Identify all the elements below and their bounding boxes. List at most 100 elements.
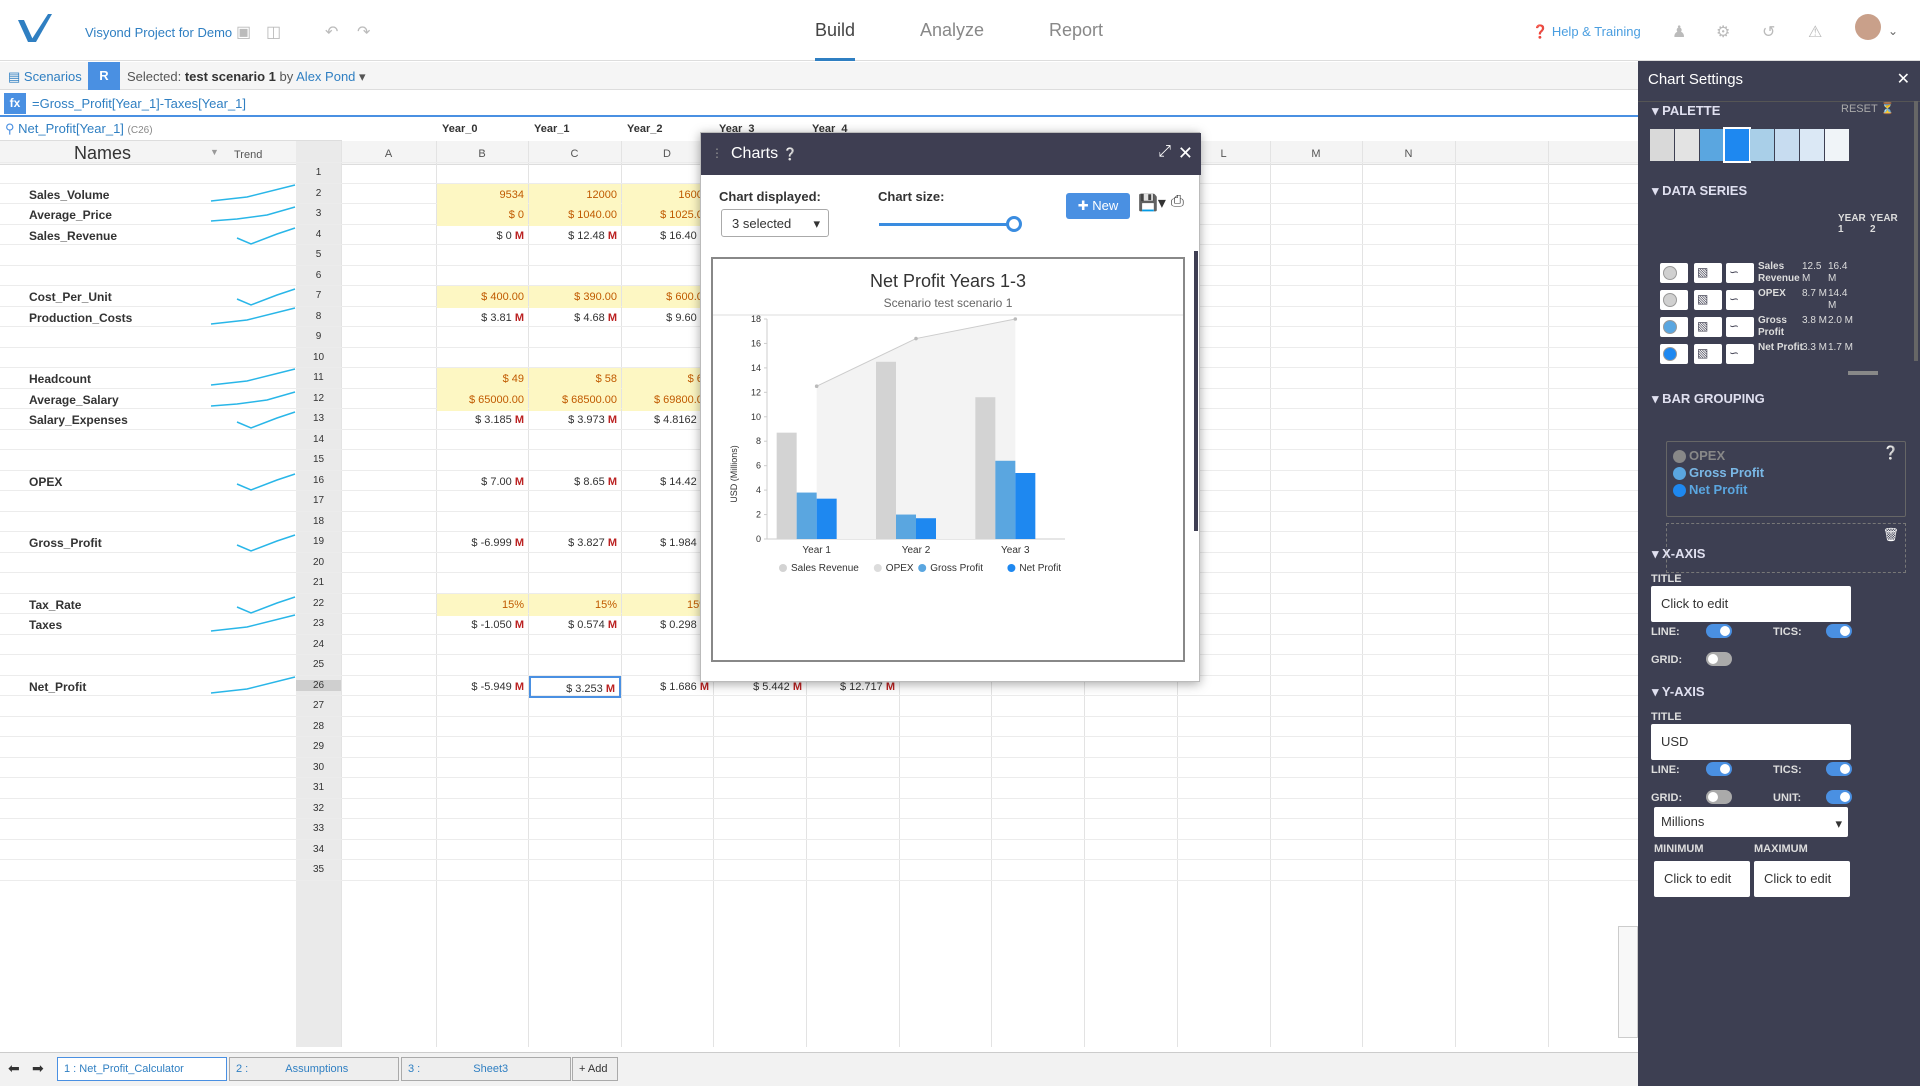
arrow-right-icon[interactable]: ➡ — [32, 1060, 44, 1077]
series-type-picker[interactable]: ▧ — [1694, 317, 1722, 337]
row-number[interactable]: 26 — [296, 679, 341, 691]
row-number[interactable]: 20 — [296, 556, 341, 568]
arrow-left-icon[interactable]: ⬅ — [8, 1060, 20, 1077]
save-icon[interactable]: ▣ — [236, 22, 251, 42]
row-number[interactable]: 2 — [296, 187, 341, 199]
row-label[interactable]: Cost_Per_Unit — [29, 290, 112, 304]
palette-swatch[interactable] — [1675, 129, 1699, 161]
user-settings-icon[interactable]: ♟ — [1672, 22, 1686, 42]
x-tics-toggle[interactable] — [1826, 624, 1852, 638]
unit-select[interactable]: Millions ▾ — [1654, 807, 1848, 837]
trash-icon[interactable]: 🗑 — [1882, 527, 1899, 543]
scenarios-button[interactable]: ▤ Scenarios — [8, 69, 82, 85]
data-series-row[interactable]: ▧ ∽ Net Profit 3.3 M 1.7 M — [1660, 340, 1900, 368]
close-icon[interactable]: ✕ — [1897, 69, 1910, 89]
data-series-row[interactable]: ▧ ∽ OPEX 8.7 M 14.4 M — [1660, 286, 1900, 314]
column-letter[interactable]: B — [436, 148, 528, 168]
row-label[interactable]: Sales_Revenue — [29, 229, 117, 243]
bar-group-item[interactable]: OPEX — [1673, 448, 1725, 463]
table-cell[interactable]: $ 65000.00 — [437, 388, 528, 411]
save-chart-icon[interactable]: 💾▾ — [1138, 193, 1166, 213]
palette-swatch[interactable] — [1650, 129, 1674, 161]
row-number[interactable]: 7 — [296, 290, 341, 301]
row-number[interactable]: 4 — [296, 228, 341, 240]
bell-icon[interactable]: ⚠ — [1808, 22, 1822, 42]
ds-scrollbar[interactable] — [1848, 371, 1878, 375]
x-grid-toggle[interactable] — [1706, 652, 1732, 666]
redo-icon[interactable]: ↷ — [357, 22, 370, 42]
name-search[interactable]: ⚲ Net_Profit[Year_1] (C26) — [5, 121, 153, 137]
x-line-toggle[interactable] — [1706, 624, 1732, 638]
row-number[interactable]: 16 — [296, 474, 341, 486]
table-cell[interactable]: 12000 — [529, 183, 621, 206]
table-cell[interactable]: $ 4.68 M — [529, 307, 621, 329]
add-sheet-button[interactable]: + Add — [572, 1057, 618, 1081]
y-title-input[interactable]: USD — [1651, 724, 1851, 760]
formula-input[interactable]: =Gross_Profit[Year_1]-Taxes[Year_1] — [32, 96, 246, 111]
row-number[interactable]: 18 — [296, 515, 341, 527]
series-color-picker[interactable] — [1660, 263, 1688, 283]
sheet-tab-3[interactable]: 3 : Sheet3 — [401, 1057, 571, 1081]
palette-swatch[interactable] — [1723, 127, 1751, 163]
table-cell[interactable]: $ 3.185 M — [437, 409, 528, 431]
row-number[interactable]: 34 — [296, 843, 341, 855]
table-cell[interactable]: $ 0 M — [437, 225, 528, 247]
table-cell[interactable]: $ 400.00 — [437, 286, 528, 308]
help-icon[interactable]: ❔ — [783, 147, 798, 161]
row-number[interactable]: 15 — [296, 454, 341, 465]
row-number[interactable]: 24 — [296, 638, 341, 650]
series-type-picker[interactable]: ▧ — [1694, 344, 1722, 364]
chart-displayed-select[interactable]: 3 selected ▾ — [721, 209, 829, 237]
y-tics-toggle[interactable] — [1826, 762, 1852, 776]
row-label[interactable]: Production_Costs — [29, 311, 132, 325]
table-cell[interactable]: $ 3.827 M — [529, 532, 621, 554]
column-letter[interactable]: C — [528, 148, 621, 168]
y-grid-toggle[interactable] — [1706, 790, 1732, 804]
x-title-input[interactable]: Click to edit — [1651, 586, 1851, 622]
panel-scrollbar[interactable] — [1914, 101, 1918, 361]
row-number[interactable]: 17 — [296, 495, 341, 506]
r-button[interactable]: R — [88, 62, 120, 90]
palette-swatch[interactable] — [1775, 129, 1799, 161]
help-icon[interactable]: ❔ — [1883, 445, 1899, 461]
bar-group-box[interactable]: ❔ OPEX Gross Profit Net Profit — [1666, 441, 1906, 517]
sheet-tab-2[interactable]: 2 : Assumptions — [229, 1057, 399, 1081]
row-label[interactable]: Tax_Rate — [29, 598, 81, 612]
bar-group-item[interactable]: Gross Profit — [1673, 465, 1764, 480]
table-cell[interactable]: $ 390.00 — [529, 286, 621, 308]
bar-group-item[interactable]: Net Profit — [1673, 482, 1748, 497]
table-cell[interactable]: $ 68500.00 — [529, 388, 621, 411]
row-number[interactable]: 31 — [296, 782, 341, 793]
series-color-picker[interactable] — [1660, 344, 1688, 364]
selected-scenario[interactable]: Selected: test scenario 1 by Alex Pond ▾ — [127, 69, 366, 85]
table-cell[interactable]: 15% — [529, 593, 621, 616]
row-number[interactable]: 9 — [296, 331, 341, 342]
table-cell[interactable]: $ 3.973 M — [529, 409, 621, 431]
palette-swatch[interactable] — [1700, 129, 1724, 161]
data-series-row[interactable]: ▧ ∽ Sales Revenue 12.5 M 16.4 M — [1660, 259, 1900, 287]
y-min-input[interactable]: Click to edit — [1654, 861, 1750, 897]
series-type-picker[interactable]: ▧ — [1694, 290, 1722, 310]
palette-section[interactable]: ▾ PALETTE — [1652, 103, 1720, 119]
y-axis-section[interactable]: ▾ Y-AXIS — [1652, 684, 1705, 700]
data-series-row[interactable]: ▧ ∽ Gross Profit 3.8 M 2.0 M — [1660, 313, 1900, 341]
row-number[interactable]: 6 — [296, 269, 341, 281]
year-header[interactable]: Year_1 — [534, 123, 569, 143]
history-icon[interactable]: ↺ — [1762, 22, 1775, 42]
side-edge-panel[interactable] — [1618, 926, 1638, 1038]
row-label[interactable]: OPEX — [29, 475, 62, 489]
series-axis-picker[interactable]: ∽ — [1726, 344, 1754, 364]
row-number[interactable]: 11 — [296, 372, 341, 383]
close-icon[interactable]: ✕ — [1178, 143, 1193, 164]
row-number[interactable]: 22 — [296, 597, 341, 609]
chart-size-slider[interactable] — [879, 223, 1014, 226]
charts-dialog-header[interactable]: ⋮ Charts ❔ ⤢ ✕ — [701, 133, 1201, 175]
sheet-tab-1[interactable]: 1 : Net_Profit_Calculator — [57, 1057, 227, 1081]
row-number[interactable]: 1 — [296, 167, 341, 178]
table-cell[interactable]: $ 3.81 M — [437, 307, 528, 329]
row-number[interactable]: 5 — [296, 249, 341, 260]
bar-grouping-section[interactable]: ▾ BAR GROUPING — [1652, 391, 1765, 407]
help-training-link[interactable]: ❓ Help & Training — [1532, 24, 1641, 40]
expand-icon[interactable]: ⤢ — [1158, 143, 1171, 161]
x-axis-section[interactable]: ▾ X-AXIS — [1652, 546, 1705, 562]
